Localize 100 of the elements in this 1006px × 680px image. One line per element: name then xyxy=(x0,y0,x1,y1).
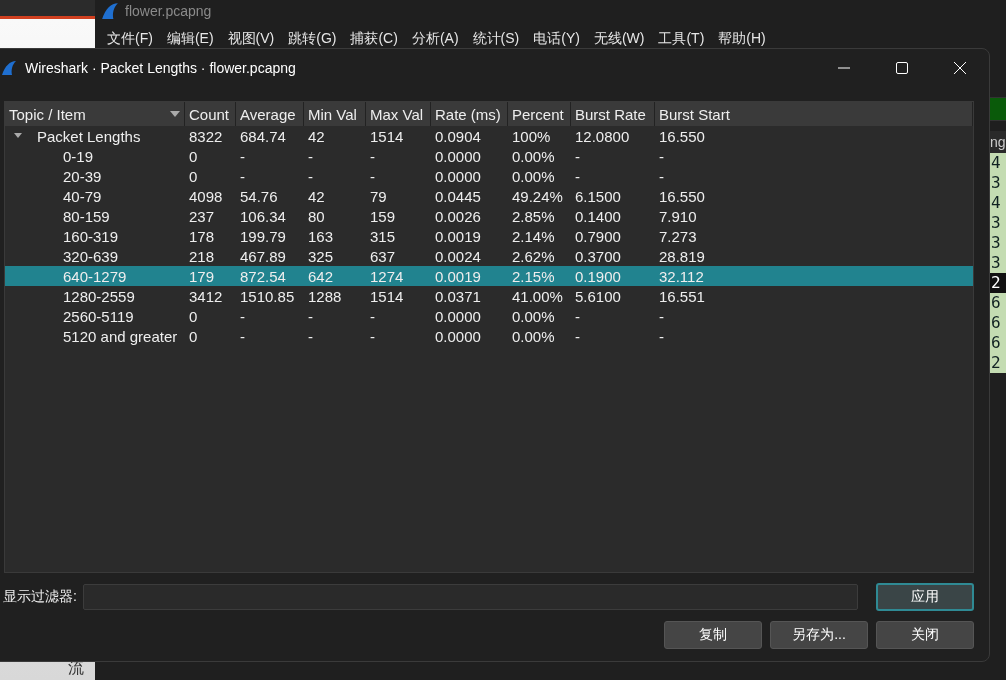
table-cell-text: 0.1900 xyxy=(574,267,622,285)
expanded-caret-icon[interactable] xyxy=(13,132,23,140)
menu-item[interactable]: 统计(S) xyxy=(466,28,526,50)
table-cell-text: 0.00% xyxy=(511,147,556,165)
column-header[interactable]: Rate (ms) xyxy=(431,102,508,126)
table-cell-text: 5.6100 xyxy=(574,287,622,305)
window-title: Wireshark · Packet Lengths · flower.pcapng xyxy=(25,60,297,76)
menu-item[interactable]: 帮助(H) xyxy=(712,28,772,50)
table-cell-text: - xyxy=(574,307,581,325)
column-header[interactable]: Percent xyxy=(508,102,571,126)
table-row[interactable]: 5120 and greater 0 - - - 0.0000 0.00% - - xyxy=(5,326,973,346)
table-cell-text: - xyxy=(307,327,314,345)
column-header[interactable]: Count xyxy=(185,102,236,126)
maximize-icon[interactable] xyxy=(895,61,909,75)
table-cell-text: 106.34 xyxy=(239,207,287,225)
menu-item[interactable]: 视图(V) xyxy=(221,28,281,50)
table-cell-text: 6.1500 xyxy=(574,187,622,205)
table-row[interactable]: 40-79 4098 54.76 42 79 0.0445 49.24% 6.1500 16.550 xyxy=(5,186,973,206)
table-cell-text: 0.1400 xyxy=(574,207,622,225)
table-cell-text: 163 xyxy=(307,227,335,245)
table-cell-text: 218 xyxy=(188,247,216,265)
apply-button[interactable]: 应用 xyxy=(876,583,974,611)
filter-label: 显示过滤器: xyxy=(3,588,77,606)
table-cell-text: 16.551 xyxy=(658,287,706,305)
table-cell-text: 179 xyxy=(188,267,216,285)
table-cell-text: 4098 xyxy=(188,187,224,205)
table-cell-text: 41.00% xyxy=(511,287,564,305)
table-cell-text: 684.74 xyxy=(239,127,287,145)
menu-item[interactable]: 编辑(E) xyxy=(160,28,220,50)
table-cell-text: Packet Lengths xyxy=(36,127,141,145)
table-cell-text: 637 xyxy=(369,247,397,265)
table-cell-text: 872.54 xyxy=(239,267,287,285)
table-cell-text: 80-159 xyxy=(62,207,110,225)
table-cell-text: 0.0000 xyxy=(434,167,482,185)
table-cell-text: - xyxy=(239,167,246,185)
window-title: flower.pcapng xyxy=(125,3,212,19)
table-cell-text: 28.819 xyxy=(658,247,706,265)
table-cell-text: 237 xyxy=(188,207,216,225)
menu-item[interactable]: 捕获(C) xyxy=(344,28,404,50)
table-row[interactable]: 160-319 178 199.79 163 315 0.0019 2.14% 0.7900 7.273 xyxy=(5,226,973,246)
table-row[interactable]: 80-159 237 106.34 80 159 0.0026 2.85% 0.1400 7.910 xyxy=(5,206,973,226)
table-cell-text: 642 xyxy=(307,267,335,285)
menu-item[interactable]: 文件(F) xyxy=(101,28,159,50)
table-row[interactable]: 2560-5119 0 - - - 0.0000 0.00% - - xyxy=(5,306,973,326)
table-cell-text: 159 xyxy=(369,207,397,225)
column-header[interactable]: Min Val xyxy=(304,102,366,126)
table-cell-text: 315 xyxy=(369,227,397,245)
menu-item[interactable]: 无线(W) xyxy=(587,28,651,50)
table-cell-text: 0-19 xyxy=(62,147,94,165)
menu-item[interactable]: 电话(Y) xyxy=(527,28,586,50)
table-cell-text: 8322 xyxy=(188,127,224,145)
table-cell-text: 20-39 xyxy=(62,167,102,185)
column-header[interactable]: Max Val xyxy=(366,102,431,126)
table-cell-text: 32.112 xyxy=(658,267,705,285)
table-cell-text: - xyxy=(658,307,665,325)
table-cell-text: 0.0019 xyxy=(434,267,482,285)
table-cell-text: 3412 xyxy=(188,287,224,305)
table-cell-text: 0 xyxy=(188,147,199,165)
shark-fin-icon xyxy=(1,60,17,76)
table-row[interactable]: 320-639 218 467.89 325 637 0.0024 2.62% 0.3700 28.819 xyxy=(5,246,973,266)
close-icon[interactable] xyxy=(953,61,967,75)
table-row[interactable]: Packet Lengths 8322 684.74 42 1514 0.0904 100% 12.0800 16.550 xyxy=(5,126,973,146)
table-cell-text: 160-319 xyxy=(62,227,119,245)
column-header[interactable]: Topic / Item xyxy=(5,102,185,126)
table-cell-text: 0.0371 xyxy=(434,287,482,305)
table-cell-text: 640-1279 xyxy=(62,267,127,285)
menu-item[interactable]: 分析(A) xyxy=(405,28,465,50)
shark-fin-icon xyxy=(101,2,119,20)
table-cell-text: 0.0904 xyxy=(434,127,482,145)
dialog-button[interactable]: 另存为... xyxy=(770,621,868,649)
table-cell-text: - xyxy=(239,327,246,345)
table-row[interactable]: 1280-2559 3412 1510.85 1288 1514 0.0371 41.00% 5.6100 16.551 xyxy=(5,286,973,306)
menu-item[interactable]: 跳转(G) xyxy=(282,28,343,50)
dialog-button[interactable]: 复制 xyxy=(664,621,762,649)
table-cell-text: 2.85% xyxy=(511,207,556,225)
table-cell-text: 0.3700 xyxy=(574,247,622,265)
table-cell-text: - xyxy=(307,147,314,165)
table-row[interactable]: 640-1279 179 872.54 642 1274 0.0019 2.15% 0.1900 32.112 xyxy=(5,266,973,286)
menu-item[interactable]: 工具(T) xyxy=(652,28,711,50)
table-cell-text: - xyxy=(574,327,581,345)
table-cell-text: - xyxy=(574,167,581,185)
table-cell-text: 0.00% xyxy=(511,167,556,185)
filter-field[interactable] xyxy=(82,584,858,610)
table-cell-text: 16.550 xyxy=(658,127,706,145)
table-row[interactable]: 0-19 0 - - - 0.0000 0.00% - - xyxy=(5,146,973,166)
table-cell-text: 0.0445 xyxy=(434,187,482,205)
table-cell-text: 0 xyxy=(188,327,199,345)
sort-caret-icon[interactable] xyxy=(170,111,180,117)
table-cell-text: - xyxy=(369,307,376,325)
column-header[interactable]: Burst Start xyxy=(655,102,973,126)
table-cell-text: 199.79 xyxy=(239,227,287,245)
dialog-button[interactable]: 关闭 xyxy=(876,621,974,649)
table-cell-text: 1514 xyxy=(369,287,405,305)
column-header[interactable]: Burst Rate xyxy=(571,102,655,126)
table-cell-text: 12.0800 xyxy=(574,127,631,145)
table-row[interactable]: 20-39 0 - - - 0.0000 0.00% - - xyxy=(5,166,973,186)
table-cell-text: 0.0000 xyxy=(434,147,482,165)
table-cell-text: 0.7900 xyxy=(574,227,622,245)
column-header[interactable]: Average xyxy=(236,102,304,126)
table-cell-text: 49.24% xyxy=(511,187,564,205)
